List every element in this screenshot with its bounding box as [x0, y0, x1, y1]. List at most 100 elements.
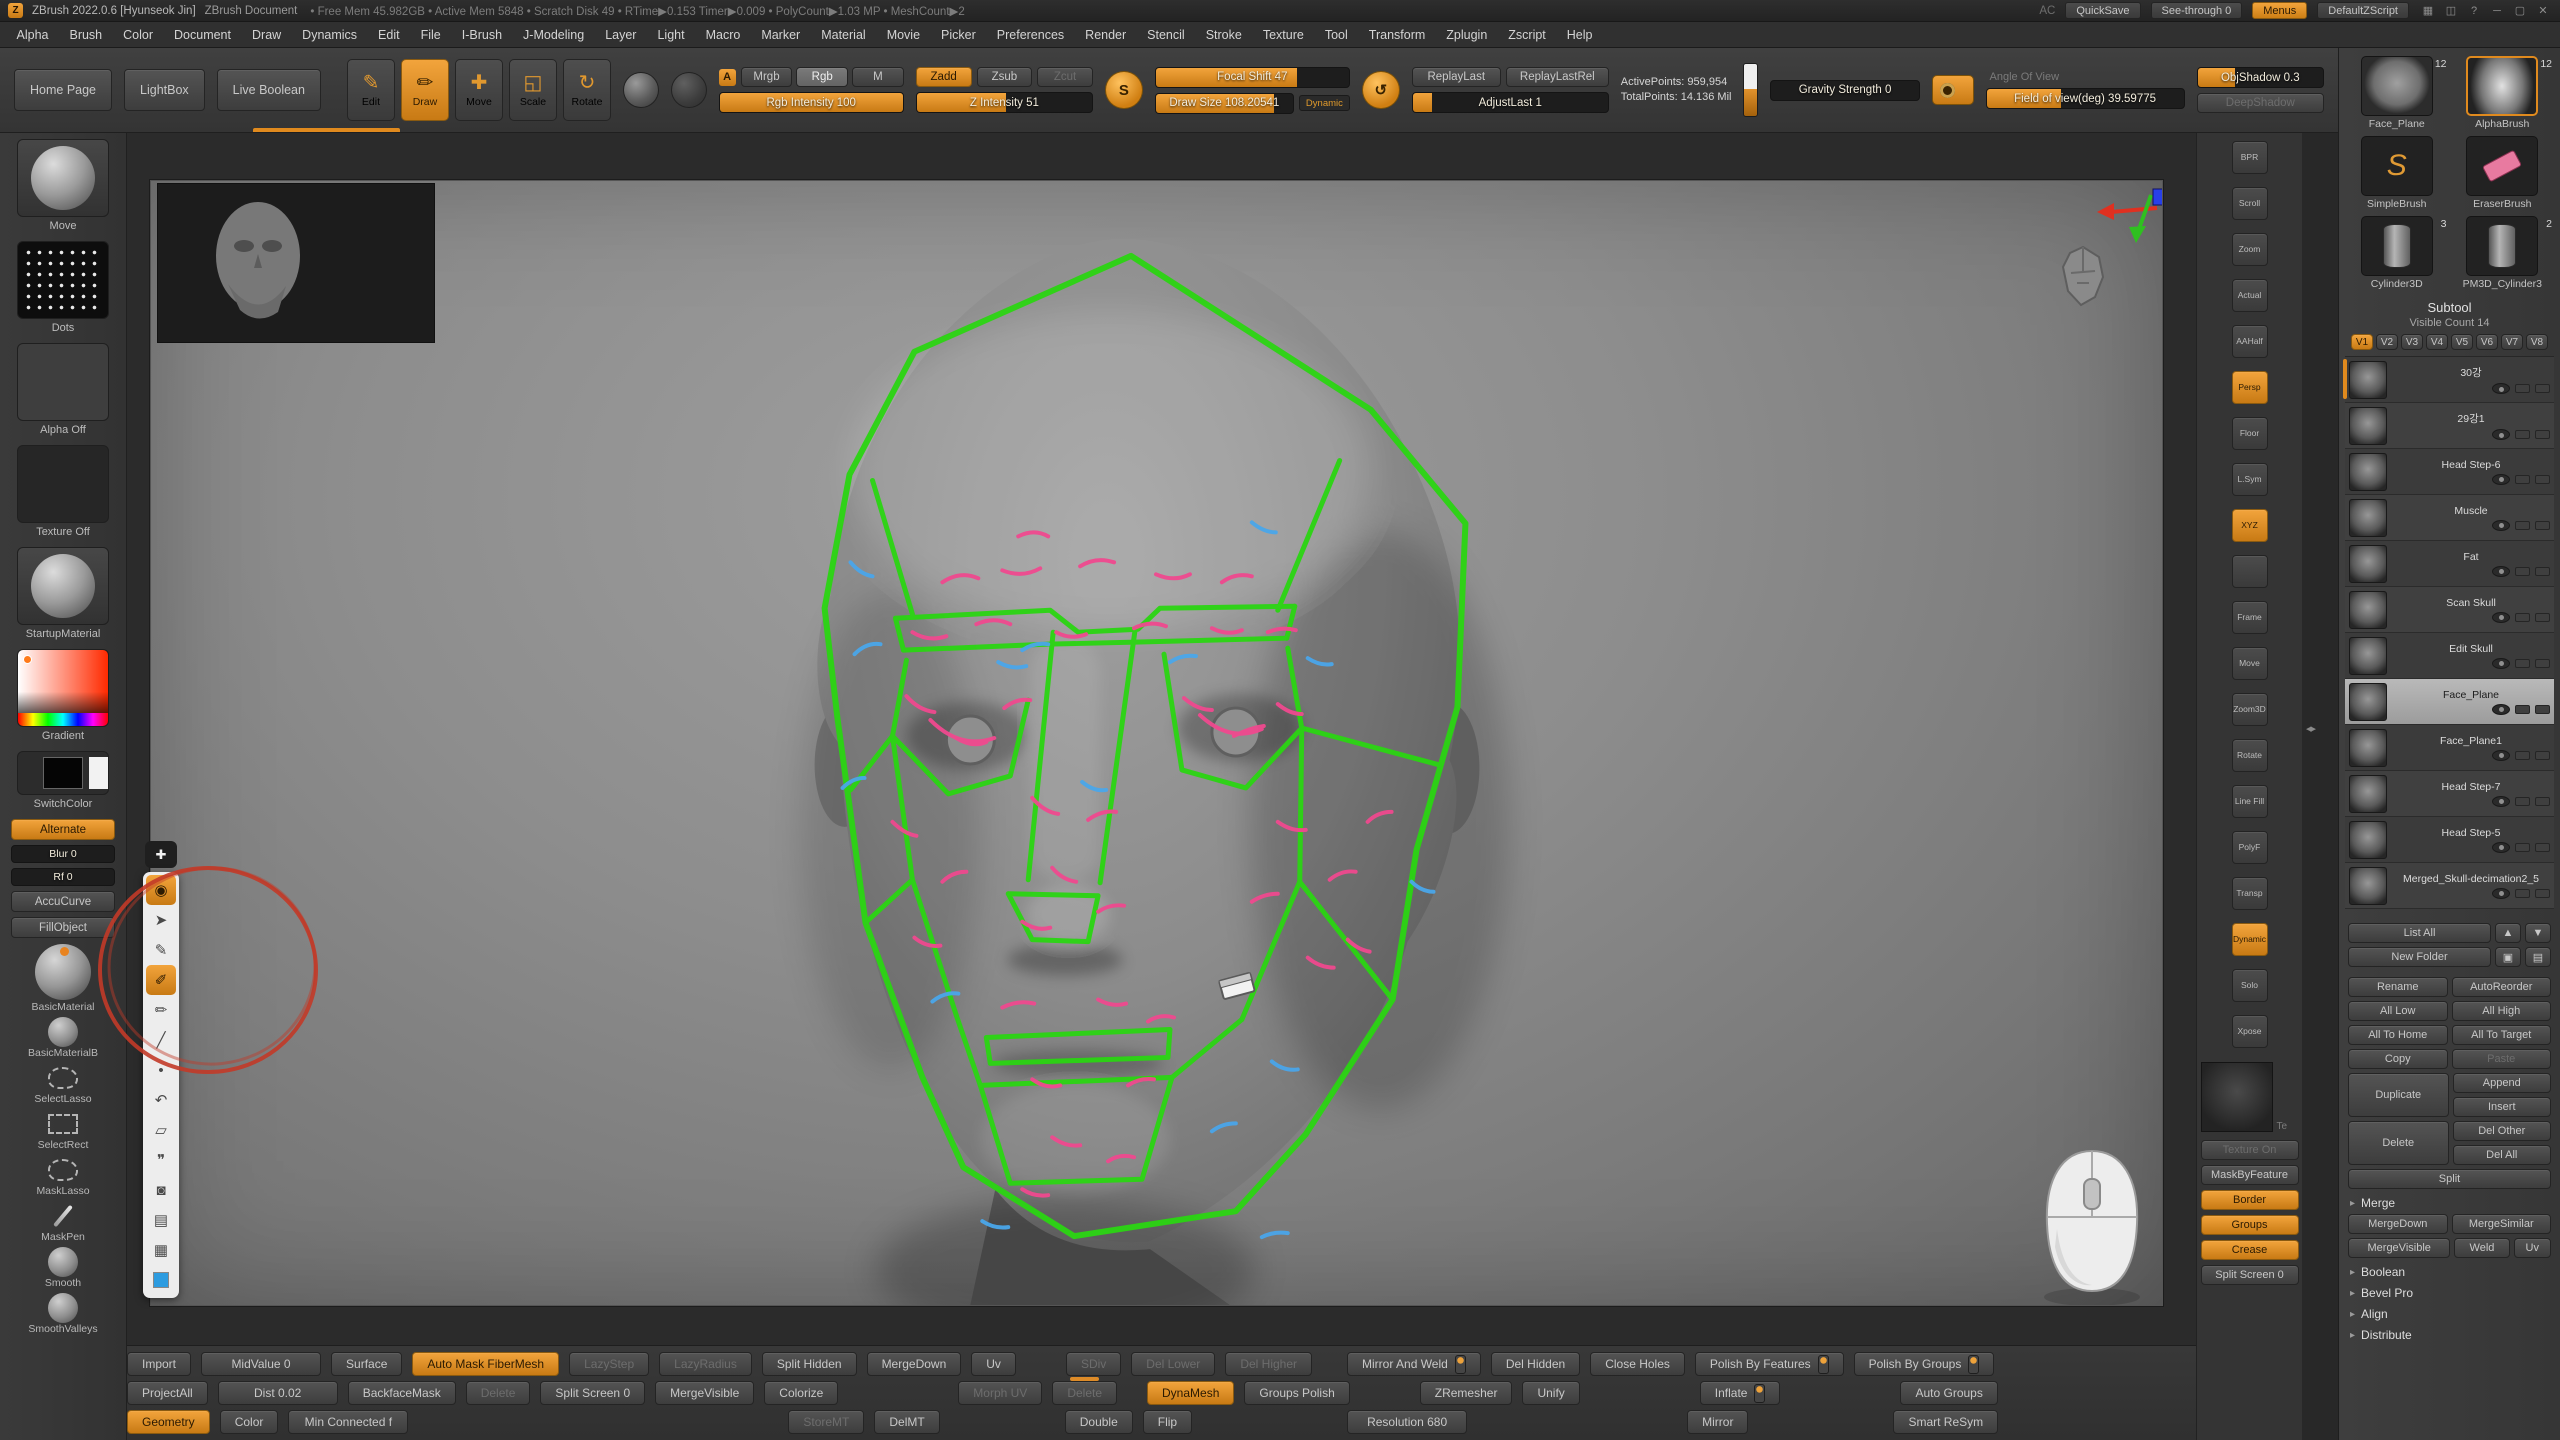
active-color-swatch[interactable]: [146, 1265, 176, 1295]
mergevisible-button[interactable]: MergeVisible: [655, 1381, 754, 1405]
split-screen-slider[interactable]: Split Screen 0: [540, 1381, 645, 1405]
uv-icon[interactable]: [2535, 843, 2550, 852]
zadd-button[interactable]: Zadd: [916, 67, 972, 87]
duplicate-button[interactable]: Duplicate: [2348, 1073, 2449, 1117]
all-to-home-button[interactable]: All To Home: [2348, 1025, 2448, 1045]
xpose-icon[interactable]: Xpose: [2232, 1015, 2268, 1048]
accucurve-button[interactable]: AccuCurve: [11, 891, 115, 912]
adjust-last-slider[interactable]: AdjustLast 1: [1412, 92, 1609, 113]
subtool-version-tab[interactable]: V3: [2401, 334, 2423, 350]
uv-icon[interactable]: [2535, 567, 2550, 576]
polypaint-icon[interactable]: [2515, 567, 2530, 576]
inflate-button[interactable]: Inflate: [1700, 1381, 1781, 1405]
uv-icon[interactable]: [2535, 613, 2550, 622]
subtool-title[interactable]: Subtool: [2345, 300, 2554, 315]
rgb-intensity-slider[interactable]: Rgb Intensity 100: [719, 92, 904, 113]
folder-add-icon[interactable]: ▣: [2495, 947, 2521, 967]
bpr-icon[interactable]: BPR: [2232, 141, 2268, 174]
crease-toggle[interactable]: Crease: [2201, 1240, 2299, 1260]
rename-button[interactable]: Rename: [2348, 977, 2448, 997]
paste-button[interactable]: Paste: [2452, 1049, 2552, 1069]
distribute-section-header[interactable]: ▸ Distribute: [2350, 1328, 2549, 1342]
del-hidden-button[interactable]: Del Hidden: [1491, 1352, 1580, 1376]
tool-thumbnail[interactable]: [2466, 136, 2538, 196]
xyz-icon[interactable]: XYZ: [2232, 509, 2268, 542]
menu-item[interactable]: Color: [113, 22, 164, 47]
move-down-button[interactable]: ▼: [2525, 923, 2551, 943]
delmt-button[interactable]: DelMT: [874, 1410, 939, 1434]
frame-icon[interactable]: Frame: [2232, 601, 2268, 634]
menu-item[interactable]: Zscript: [1498, 22, 1557, 47]
comment-icon[interactable]: ❞: [146, 1145, 176, 1175]
mrgb-button[interactable]: Mrgb: [741, 67, 793, 87]
list-all-button[interactable]: List All: [2348, 923, 2491, 943]
backfacemask-button[interactable]: BackfaceMask: [348, 1381, 456, 1405]
see-through-slider[interactable]: See-through 0: [2151, 2, 2243, 19]
del-lower-button[interactable]: Del Lower: [1131, 1352, 1215, 1376]
Merged_Skull-decimation2_5[interactable]: Merged_Skull-decimation2_5: [2345, 863, 2554, 909]
mirror-and-weld-button[interactable]: Mirror And Weld: [1347, 1352, 1481, 1376]
texture-on-button[interactable]: Texture On: [2201, 1140, 2299, 1160]
basic-material-thumb[interactable]: BasicMaterial: [8, 943, 118, 1013]
move-up-button[interactable]: ▲: [2495, 923, 2521, 943]
axis-gizmo[interactable]: [2087, 187, 2163, 247]
eraser-icon[interactable]: ▱: [146, 1115, 176, 1145]
menu-item[interactable]: Texture: [1252, 22, 1314, 47]
dynamesh-button[interactable]: DynaMesh: [1147, 1381, 1234, 1405]
layout-icon[interactable]: ▦: [2419, 3, 2437, 19]
mergevisible-button[interactable]: MergeVisible: [2348, 1238, 2450, 1258]
current-texture-thumb[interactable]: Texture Off: [13, 445, 113, 538]
polypaint-icon[interactable]: [2515, 797, 2530, 806]
home-page-button[interactable]: Home Page: [14, 69, 112, 111]
visibility-eye-icon[interactable]: [2492, 429, 2510, 440]
polish-by-features-button[interactable]: Polish By Features: [1695, 1352, 1844, 1376]
menu-item[interactable]: Transform: [1358, 22, 1436, 47]
maximize-icon[interactable]: ▢: [2511, 3, 2529, 19]
visibility-eye-icon[interactable]: [2492, 888, 2510, 899]
tool-eraser-brush[interactable]: EraserBrush: [2455, 136, 2551, 210]
bevel-pro-section-header[interactable]: ▸ Bevel Pro: [2350, 1286, 2549, 1300]
Head Step-5[interactable]: Head Step-5: [2345, 817, 2554, 863]
menu-item[interactable]: Preferences: [986, 22, 1074, 47]
polypaint-icon[interactable]: [2515, 384, 2530, 393]
menu-item[interactable]: Tool: [1314, 22, 1358, 47]
colorize-button[interactable]: Colorize: [764, 1381, 838, 1405]
local-sym-icon[interactable]: L.Sym: [2232, 463, 2268, 496]
polyf-icon[interactable]: PolyF: [2232, 831, 2268, 864]
groups-polish-button[interactable]: Groups Polish: [1244, 1381, 1349, 1405]
brush-preview-icon[interactable]: [623, 72, 659, 108]
zremesher-button[interactable]: ZRemesher: [1420, 1381, 1513, 1405]
scroll-icon[interactable]: Scroll: [2232, 187, 2268, 220]
surface-button[interactable]: Surface: [331, 1352, 402, 1376]
live-boolean-button[interactable]: Live Boolean: [217, 69, 321, 111]
palette-icon[interactable]: ▦: [146, 1235, 176, 1265]
mask-pen-tool[interactable]: MaskPen: [8, 1201, 118, 1243]
tool-thumbnail[interactable]: [2361, 56, 2433, 116]
persp-icon[interactable]: Persp: [2232, 371, 2268, 404]
polypaint-icon[interactable]: [2515, 521, 2530, 530]
delete-button[interactable]: Delete: [466, 1381, 531, 1405]
align-section-header[interactable]: ▸ Align: [2350, 1307, 2549, 1321]
Face_Plane1[interactable]: Face_Plane1: [2345, 725, 2554, 771]
double-button[interactable]: Double: [1065, 1410, 1133, 1434]
reference-thumbnail-panel[interactable]: [157, 183, 435, 343]
texture-thumbnail[interactable]: [2201, 1062, 2273, 1132]
line-tool-icon[interactable]: ╱: [146, 1025, 176, 1055]
undo-icon[interactable]: ↶: [146, 1085, 176, 1115]
close-holes-button[interactable]: Close Holes: [1590, 1352, 1685, 1376]
gravity-direction-widget[interactable]: [1743, 63, 1758, 117]
clipboard-icon[interactable]: ▤: [146, 1205, 176, 1235]
menu-item[interactable]: Dynamics: [292, 22, 368, 47]
zoom3d-icon[interactable]: Zoom3D: [2232, 693, 2268, 726]
menu-item[interactable]: I-Brush: [451, 22, 512, 47]
flip-button[interactable]: Flip: [1143, 1410, 1192, 1434]
sculpt-viewport[interactable]: [151, 181, 2162, 1305]
resolution-slider[interactable]: Resolution 680: [1347, 1410, 1467, 1434]
visibility-eye-icon[interactable]: [2492, 383, 2510, 394]
boolean-section-header[interactable]: ▸ Boolean: [2350, 1265, 2549, 1279]
uv-icon[interactable]: [2535, 659, 2550, 668]
copy-button[interactable]: Copy: [2348, 1049, 2448, 1069]
gravity-strength-slider[interactable]: Gravity Strength 0: [1770, 80, 1919, 101]
del-higher-button[interactable]: Del Higher: [1225, 1352, 1312, 1376]
tool-cylinder3d[interactable]: 3 Cylinder3D: [2349, 216, 2445, 290]
